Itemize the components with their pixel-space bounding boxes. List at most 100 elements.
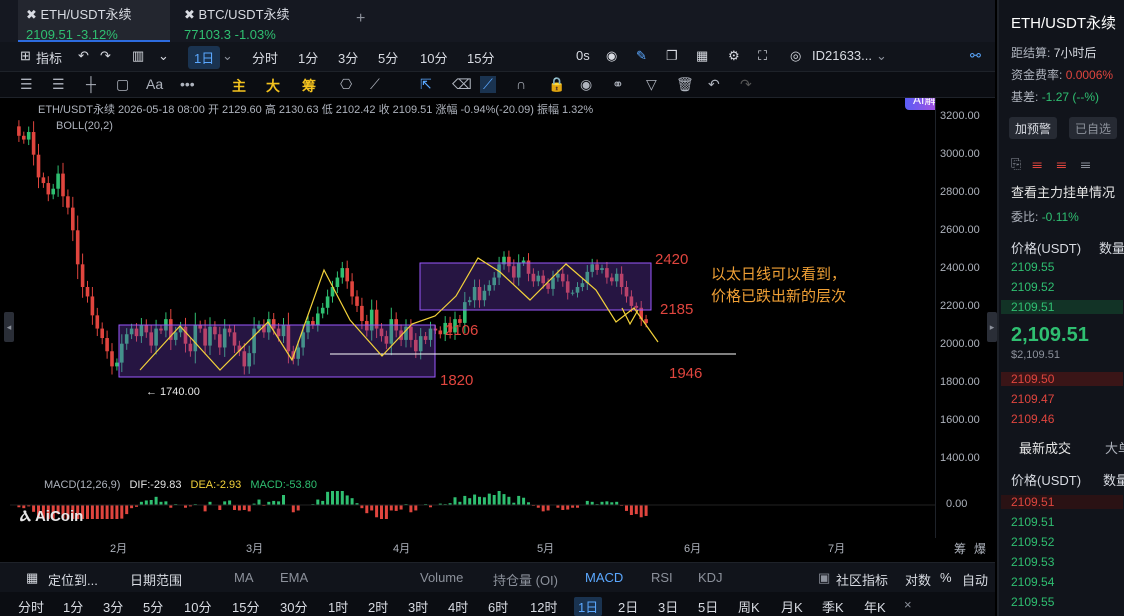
auto-scale-toggle[interactable]: 自动 [962, 570, 988, 589]
tf-month[interactable]: 月K [781, 597, 803, 616]
ask-row[interactable]: 2109.52 [1011, 280, 1054, 294]
macd-label[interactable]: MACD(12,26,9) DIF:-29.83 DEA:-2.93 MACD:… [44, 479, 317, 491]
ind-kdj[interactable]: KDJ [698, 570, 723, 585]
date-range-select[interactable]: 日期范围 [130, 570, 182, 589]
grid-icon[interactable]: ⊞ [20, 48, 31, 64]
tf-quarter[interactable]: 季K [822, 597, 844, 616]
camera-icon[interactable]: ◉ [606, 48, 617, 64]
orderbook-link[interactable]: 查看主力挂单情况 [1011, 182, 1115, 201]
menu-icon[interactable]: ☰ [20, 76, 33, 93]
filter-icon[interactable]: ▽ [646, 76, 657, 93]
draw-line-icon[interactable]: ⟋ [480, 76, 496, 93]
interval-1m[interactable]: 1分 [298, 48, 318, 67]
fullscreen-icon[interactable]: ⛶ [758, 48, 767, 64]
ind-rsi[interactable]: RSI [651, 570, 673, 585]
left-collapse-handle[interactable]: ◂ [4, 312, 14, 342]
tf-2h[interactable]: 2时 [368, 597, 388, 616]
ask-row[interactable]: 2109.51 [1001, 300, 1123, 314]
tf-10m[interactable]: 10分 [184, 597, 211, 616]
new-tab-button[interactable]: + [356, 10, 365, 28]
eye-icon[interactable]: ◉ [580, 76, 592, 93]
community-indicators[interactable]: 社区指标 [836, 570, 888, 589]
pen-icon[interactable]: ✎ [636, 48, 647, 64]
text-tool-icon[interactable]: Aa [146, 76, 163, 92]
trash-icon[interactable]: 🗑 [676, 76, 694, 93]
tf-3d[interactable]: 3日 [658, 597, 678, 616]
community-icon[interactable]: ▣ [818, 570, 830, 586]
interval-5m[interactable]: 5分 [378, 48, 398, 67]
tf-fenshi[interactable]: 分时 [18, 597, 44, 616]
bid-row[interactable]: 2109.46 [1011, 412, 1054, 426]
percent-toggle[interactable]: % [940, 570, 952, 585]
log-scale-toggle[interactable]: 对数 [905, 570, 931, 589]
ind-ema[interactable]: EMA [280, 570, 308, 585]
tf-15m[interactable]: 15分 [232, 597, 259, 616]
liquidation-toggle[interactable]: 爆 [974, 540, 986, 557]
measure-icon[interactable]: ⟋ [370, 76, 380, 93]
price-chart[interactable] [10, 98, 935, 538]
layout-icon[interactable]: ▥ [132, 48, 144, 64]
share-icon[interactable]: ⚯ [970, 48, 981, 64]
ind-ma[interactable]: MA [234, 570, 254, 585]
ind-macd[interactable]: MACD [585, 570, 623, 585]
tf-1h[interactable]: 1时 [328, 597, 348, 616]
locate-button[interactable]: 定位到... [48, 570, 98, 589]
tf-5m[interactable]: 5分 [143, 597, 163, 616]
tf-2d[interactable]: 2日 [618, 597, 638, 616]
settings-icon[interactable]: ⚙ [728, 48, 740, 64]
watchlist-button[interactable]: 已自选 [1069, 117, 1118, 139]
tf-3h[interactable]: 3时 [408, 597, 428, 616]
crosshair-icon[interactable]: ┼ [86, 76, 96, 92]
eraser-icon[interactable]: ⌫ [452, 76, 472, 93]
link-icon[interactable]: ⚭ [612, 76, 624, 93]
undo-icon[interactable]: ↶ [708, 76, 720, 93]
copy-icon[interactable]: ❐ [666, 48, 678, 64]
tf-1d[interactable]: 1日 [574, 597, 603, 616]
tab-btc[interactable]: ✖ BTC/USDT永续 77103.3 -1.03% [176, 0, 336, 42]
redo-icon[interactable]: ↷ [100, 48, 111, 64]
cursor-icon[interactable]: ⇱ [420, 76, 432, 93]
calendar-icon[interactable]: ▦ [26, 570, 38, 586]
interval-fenshi[interactable]: 分时 [252, 48, 278, 67]
grid-layout-icon[interactable]: ▦ [696, 48, 708, 64]
chips-button[interactable]: 筹 [302, 76, 316, 96]
interval-10m[interactable]: 10分 [420, 48, 447, 67]
ruler-icon[interactable]: ⎔ [340, 76, 352, 93]
list-icon[interactable]: ☰ [52, 76, 65, 93]
interval-3m[interactable]: 3分 [338, 48, 358, 67]
rect-icon[interactable]: ▢ [116, 76, 129, 93]
timeframe-select[interactable]: 1日 [188, 46, 221, 69]
indicators-button[interactable]: 指标 [36, 48, 62, 67]
boll-label[interactable]: BOLL(20,2) [56, 120, 113, 132]
chevron-down-icon[interactable]: ⌄ [222, 48, 233, 64]
range-box-lower[interactable] [118, 324, 436, 378]
tf-week[interactable]: 周K [738, 597, 760, 616]
tf-12h[interactable]: 12时 [530, 597, 557, 616]
bid-row[interactable]: 2109.50 [1001, 372, 1123, 386]
ask-row[interactable]: 2109.55 [1011, 260, 1054, 274]
tf-30m[interactable]: 30分 [280, 597, 307, 616]
tf-year[interactable]: 年K [864, 597, 886, 616]
chips-toggle[interactable]: 筹 [954, 540, 966, 557]
chevron-down-icon[interactable]: ⌄ [158, 48, 169, 64]
tf-3m[interactable]: 3分 [103, 597, 123, 616]
dots-icon[interactable]: ••• [180, 76, 195, 92]
lock-icon[interactable]: 🔒 [548, 76, 565, 93]
orderbook-view-icons[interactable]: ⎘ ☰ ☰ ☰ [1011, 156, 1090, 172]
undo-icon[interactable]: ↶ [78, 48, 89, 64]
account-select[interactable]: ID21633... [812, 48, 872, 63]
big-order-button[interactable]: 大 [266, 76, 280, 96]
tf-6h[interactable]: 6时 [488, 597, 508, 616]
add-alert-button[interactable]: 加预警 [1009, 117, 1058, 139]
right-collapse-handle[interactable]: ▸ [987, 312, 997, 342]
ind-oi[interactable]: 持仓量 (OI) [493, 570, 558, 589]
interval-15m[interactable]: 15分 [467, 48, 494, 67]
tab-eth[interactable]: ✖ ETH/USDT永续 2109.51 -3.12% [18, 0, 170, 42]
range-box-upper[interactable] [419, 262, 652, 311]
ind-volume[interactable]: Volume [420, 570, 463, 585]
tf-1m[interactable]: 1分 [63, 597, 83, 616]
tf-4h[interactable]: 4时 [448, 597, 468, 616]
tab-latest-trades[interactable]: 最新成交 [1019, 438, 1071, 457]
bid-row[interactable]: 2109.47 [1011, 392, 1054, 406]
tf-5d[interactable]: 5日 [698, 597, 718, 616]
